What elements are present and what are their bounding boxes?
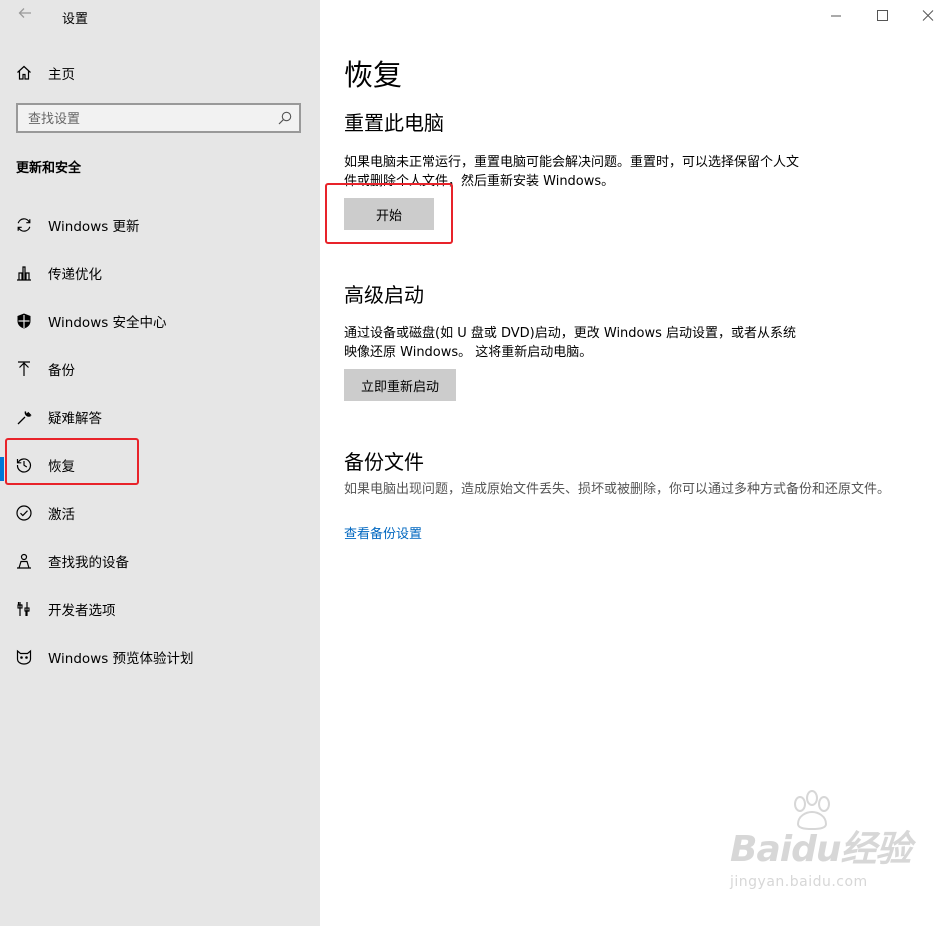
sidebar-item-backup[interactable]: 备份	[0, 349, 320, 389]
maximize-icon	[877, 10, 888, 21]
section-header: 更新和安全	[16, 161, 82, 176]
sidebar-item-windows-insider[interactable]: Windows 预览体验计划	[0, 637, 320, 677]
insider-cat-icon	[15, 648, 33, 666]
sidebar-item-label: Windows 预览体验计划	[48, 651, 194, 667]
highlight-box-start	[325, 183, 453, 244]
backup-heading: 备份文件	[344, 450, 424, 474]
close-button[interactable]	[918, 6, 938, 26]
maximize-button[interactable]	[872, 6, 892, 26]
watermark: Baidu经验 jingyan.baidu.com	[730, 790, 911, 890]
sync-icon	[15, 216, 33, 234]
reset-heading: 重置此电脑	[344, 111, 444, 135]
sidebar-item-windows-update[interactable]: Windows 更新	[0, 205, 320, 245]
sidebar-item-label: 传递优化	[48, 267, 102, 283]
sidebar-item-label: 备份	[48, 363, 75, 379]
delivery-optimization-icon	[15, 264, 33, 282]
sidebar-item-label: Windows 更新	[48, 219, 140, 235]
sidebar-item-label: 激活	[48, 507, 75, 523]
paw-logo-icon	[794, 790, 830, 831]
search-input[interactable]	[18, 105, 280, 133]
wrench-icon	[15, 408, 33, 426]
sidebar-item-label: Windows 安全中心	[48, 315, 167, 331]
shield-icon	[15, 312, 33, 330]
highlight-box-recovery	[5, 438, 139, 485]
sidebar-item-label: 疑难解答	[48, 411, 102, 427]
back-button[interactable]	[14, 5, 36, 27]
search-icon	[278, 111, 292, 125]
sidebar: 设置 主页 更新和安全 Windows 更新 传递优化 Windows 安全中心	[0, 0, 320, 926]
advanced-startup-description: 通过设备或磁盘(如 U 盘或 DVD)启动，更改 Windows 启动设置，或者…	[344, 326, 797, 360]
sidebar-item-security-center[interactable]: Windows 安全中心	[0, 301, 320, 341]
back-arrow-icon	[18, 8, 31, 18]
minimize-button[interactable]	[826, 6, 846, 26]
check-circle-icon	[15, 504, 33, 522]
sidebar-item-label: 开发者选项	[48, 603, 116, 619]
sidebar-item-delivery-optimization[interactable]: 传递优化	[0, 253, 320, 293]
sidebar-item-find-my-device[interactable]: 查找我的设备	[0, 541, 320, 581]
sidebar-item-activation[interactable]: 激活	[0, 493, 320, 533]
sidebar-item-label: 查找我的设备	[48, 555, 129, 571]
watermark-url: jingyan.baidu.com	[730, 874, 868, 890]
page-title: 恢复	[344, 58, 403, 92]
sidebar-item-home[interactable]: 主页	[0, 53, 320, 93]
sidebar-item-label: 主页	[48, 67, 75, 83]
sidebar-item-troubleshoot[interactable]: 疑难解答	[0, 397, 320, 437]
close-icon	[922, 10, 934, 21]
home-icon	[15, 64, 33, 82]
sidebar-item-developer-options[interactable]: 开发者选项	[0, 589, 320, 629]
advanced-startup-heading: 高级启动	[344, 283, 424, 307]
app-title: 设置	[62, 12, 89, 27]
backup-description: 如果电脑出现问题，造成原始文件丢失、损坏或被删除，你可以通过多种方式备份和还原文…	[344, 482, 891, 497]
backup-arrow-icon	[15, 360, 33, 378]
minimize-icon	[831, 15, 841, 17]
restart-now-button[interactable]: 立即重新启动	[344, 369, 456, 401]
search-box[interactable]	[16, 103, 301, 133]
developer-tools-icon	[15, 600, 33, 618]
view-backup-settings-link[interactable]: 查看备份设置	[344, 523, 422, 542]
person-location-icon	[15, 552, 33, 570]
